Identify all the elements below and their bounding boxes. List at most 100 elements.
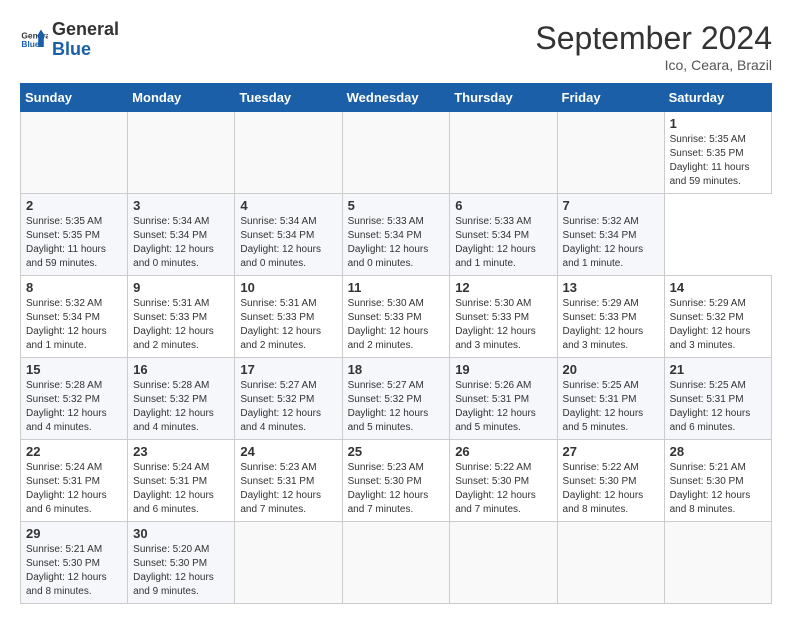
calendar-body: 1 Sunrise: 5:35 AMSunset: 5:35 PMDaylight… (21, 112, 772, 604)
calendar-day-cell (235, 522, 342, 604)
day-info: Sunrise: 5:29 AMSunset: 5:33 PMDaylight:… (563, 298, 644, 351)
calendar-day-cell (557, 522, 664, 604)
day-info: Sunrise: 5:32 AMSunset: 5:34 PMDaylight:… (563, 216, 644, 269)
day-info: Sunrise: 5:31 AMSunset: 5:33 PMDaylight:… (240, 298, 321, 351)
empty-cell (128, 112, 235, 194)
day-number: 27 (563, 444, 659, 459)
calendar-week-row: 29 Sunrise: 5:21 AMSunset: 5:30 PMDayligh… (21, 522, 772, 604)
day-info: Sunrise: 5:30 AMSunset: 5:33 PMDaylight:… (455, 298, 536, 351)
calendar-day-cell: 26 Sunrise: 5:22 AMSunset: 5:30 PMDayligh… (450, 440, 557, 522)
day-info: Sunrise: 5:28 AMSunset: 5:32 PMDaylight:… (26, 380, 107, 433)
day-info: Sunrise: 5:27 AMSunset: 5:32 PMDaylight:… (240, 380, 321, 433)
logo-icon: General Blue (20, 26, 48, 54)
calendar-day-cell: 8 Sunrise: 5:32 AMSunset: 5:34 PMDaylight… (21, 276, 128, 358)
day-number: 18 (348, 362, 445, 377)
calendar-day-cell: 9Sunrise: 5:31 AMSunset: 5:33 PMDaylight… (128, 276, 235, 358)
calendar-day-cell: 17Sunrise: 5:27 AMSunset: 5:32 PMDayligh… (235, 358, 342, 440)
calendar-day-cell: 21Sunrise: 5:25 AMSunset: 5:31 PMDayligh… (664, 358, 771, 440)
day-info: Sunrise: 5:23 AMSunset: 5:30 PMDaylight:… (348, 462, 429, 515)
day-number: 22 (26, 444, 122, 459)
day-info: Sunrise: 5:31 AMSunset: 5:33 PMDaylight:… (133, 298, 214, 351)
calendar-header-row: SundayMondayTuesdayWednesdayThursdayFrid… (21, 84, 772, 112)
calendar-day-cell: 24 Sunrise: 5:23 AMSunset: 5:31 PMDayligh… (235, 440, 342, 522)
page-header: General Blue GeneralBlue September 2024 … (20, 20, 772, 73)
day-number: 3 (133, 198, 229, 213)
day-info: Sunrise: 5:22 AMSunset: 5:30 PMDaylight:… (563, 462, 644, 515)
day-of-week-header: Saturday (664, 84, 771, 112)
day-number: 1 (670, 116, 766, 131)
day-of-week-header: Sunday (21, 84, 128, 112)
location: Ico, Ceara, Brazil (535, 57, 772, 73)
day-info: Sunrise: 5:21 AMSunset: 5:30 PMDaylight:… (670, 462, 751, 515)
day-number: 6 (455, 198, 551, 213)
day-info: Sunrise: 5:21 AMSunset: 5:30 PMDaylight:… (26, 544, 107, 597)
calendar-day-cell: 28 Sunrise: 5:21 AMSunset: 5:30 PMDayligh… (664, 440, 771, 522)
day-info: Sunrise: 5:22 AMSunset: 5:30 PMDaylight:… (455, 462, 536, 515)
calendar-day-cell: 7 Sunrise: 5:32 AMSunset: 5:34 PMDaylight… (557, 194, 664, 276)
day-info: Sunrise: 5:25 AMSunset: 5:31 PMDaylight:… (670, 380, 751, 433)
calendar-day-cell: 16 Sunrise: 5:28 AMSunset: 5:32 PMDayligh… (128, 358, 235, 440)
svg-text:Blue: Blue (21, 39, 39, 49)
calendar-day-cell: 19Sunrise: 5:26 AMSunset: 5:31 PMDayligh… (450, 358, 557, 440)
day-of-week-header: Thursday (450, 84, 557, 112)
calendar-day-cell: 12Sunrise: 5:30 AMSunset: 5:33 PMDayligh… (450, 276, 557, 358)
day-number: 14 (670, 280, 766, 295)
day-number: 29 (26, 526, 122, 541)
month-title: September 2024 (535, 20, 772, 57)
day-number: 13 (563, 280, 659, 295)
calendar-day-cell: 3 Sunrise: 5:34 AMSunset: 5:34 PMDaylight… (128, 194, 235, 276)
calendar-day-cell: 22Sunrise: 5:24 AMSunset: 5:31 PMDayligh… (21, 440, 128, 522)
day-number: 4 (240, 198, 336, 213)
empty-cell (21, 112, 128, 194)
day-info: Sunrise: 5:28 AMSunset: 5:32 PMDaylight:… (133, 380, 214, 433)
calendar-day-cell: 11 Sunrise: 5:30 AMSunset: 5:33 PMDayligh… (342, 276, 450, 358)
empty-cell (450, 112, 557, 194)
day-number: 25 (348, 444, 445, 459)
calendar-day-cell (664, 522, 771, 604)
calendar-day-cell: 20 Sunrise: 5:25 AMSunset: 5:31 PMDayligh… (557, 358, 664, 440)
day-number: 23 (133, 444, 229, 459)
day-info: Sunrise: 5:35 AMSunset: 5:35 PMDaylight:… (26, 216, 106, 269)
day-of-week-header: Wednesday (342, 84, 450, 112)
day-number: 11 (348, 280, 445, 295)
calendar-day-cell: 15 Sunrise: 5:28 AMSunset: 5:32 PMDayligh… (21, 358, 128, 440)
empty-cell (235, 112, 342, 194)
empty-cell (557, 112, 664, 194)
day-info: Sunrise: 5:34 AMSunset: 5:34 PMDaylight:… (133, 216, 214, 269)
calendar-week-row: 2 Sunrise: 5:35 AMSunset: 5:35 PMDaylight… (21, 194, 772, 276)
day-info: Sunrise: 5:34 AMSunset: 5:34 PMDaylight:… (240, 216, 321, 269)
day-number: 15 (26, 362, 122, 377)
calendar-day-cell (342, 522, 450, 604)
calendar-day-cell: 27 Sunrise: 5:22 AMSunset: 5:30 PMDayligh… (557, 440, 664, 522)
day-number: 26 (455, 444, 551, 459)
calendar-day-cell: 13 Sunrise: 5:29 AMSunset: 5:33 PMDayligh… (557, 276, 664, 358)
day-of-week-header: Tuesday (235, 84, 342, 112)
title-block: September 2024 Ico, Ceara, Brazil (535, 20, 772, 73)
day-info: Sunrise: 5:30 AMSunset: 5:33 PMDaylight:… (348, 298, 429, 351)
calendar-day-cell: 25 Sunrise: 5:23 AMSunset: 5:30 PMDayligh… (342, 440, 450, 522)
day-number: 5 (348, 198, 445, 213)
empty-cell (342, 112, 450, 194)
calendar-day-cell: 5 Sunrise: 5:33 AMSunset: 5:34 PMDaylight… (342, 194, 450, 276)
day-number: 7 (563, 198, 659, 213)
calendar-day-cell: 1 Sunrise: 5:35 AMSunset: 5:35 PMDaylight… (664, 112, 771, 194)
calendar-day-cell: 2 Sunrise: 5:35 AMSunset: 5:35 PMDaylight… (21, 194, 128, 276)
calendar-day-cell: 10 Sunrise: 5:31 AMSunset: 5:33 PMDayligh… (235, 276, 342, 358)
day-info: Sunrise: 5:25 AMSunset: 5:31 PMDaylight:… (563, 380, 644, 433)
day-info: Sunrise: 5:35 AMSunset: 5:35 PMDaylight:… (670, 134, 750, 187)
day-number: 24 (240, 444, 336, 459)
logo-text: GeneralBlue (52, 20, 119, 60)
day-number: 16 (133, 362, 229, 377)
day-number: 10 (240, 280, 336, 295)
day-number: 8 (26, 280, 122, 295)
day-number: 2 (26, 198, 122, 213)
day-info: Sunrise: 5:26 AMSunset: 5:31 PMDaylight:… (455, 380, 536, 433)
day-number: 20 (563, 362, 659, 377)
day-info: Sunrise: 5:33 AMSunset: 5:34 PMDaylight:… (348, 216, 429, 269)
calendar-day-cell: 23Sunrise: 5:24 AMSunset: 5:31 PMDayligh… (128, 440, 235, 522)
day-info: Sunrise: 5:32 AMSunset: 5:34 PMDaylight:… (26, 298, 107, 351)
day-info: Sunrise: 5:23 AMSunset: 5:31 PMDaylight:… (240, 462, 321, 515)
day-info: Sunrise: 5:27 AMSunset: 5:32 PMDaylight:… (348, 380, 429, 433)
calendar-table: SundayMondayTuesdayWednesdayThursdayFrid… (20, 83, 772, 604)
day-number: 28 (670, 444, 766, 459)
